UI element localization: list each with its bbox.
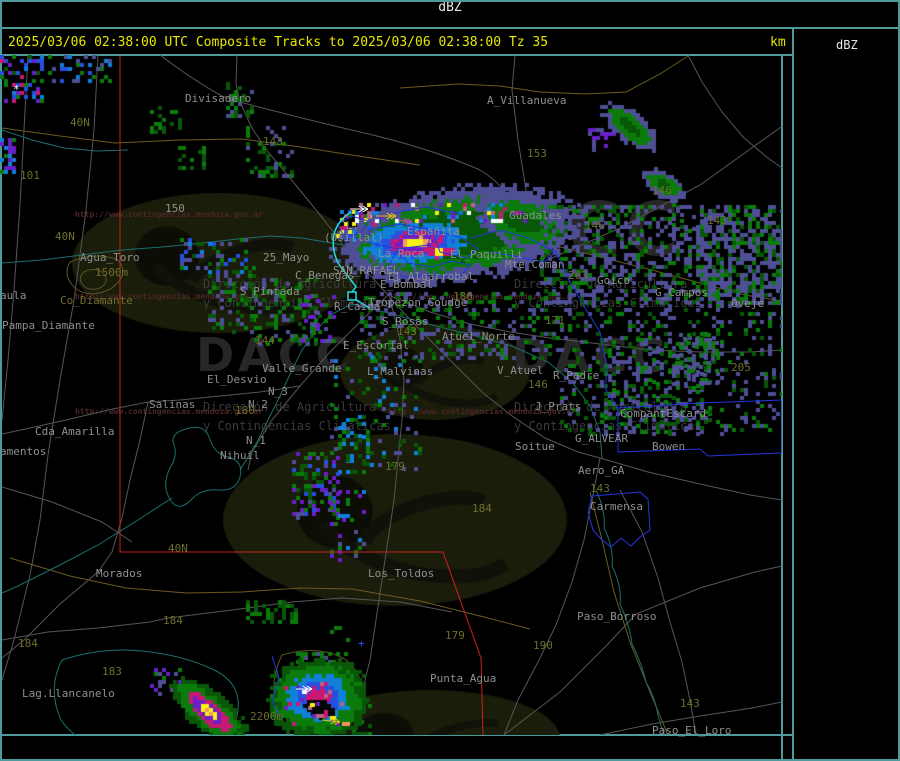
radar-echo-canvas [0, 55, 782, 735]
radar-app-window: { "title_bar": "dBZ", "header": { "timel… [0, 0, 900, 761]
